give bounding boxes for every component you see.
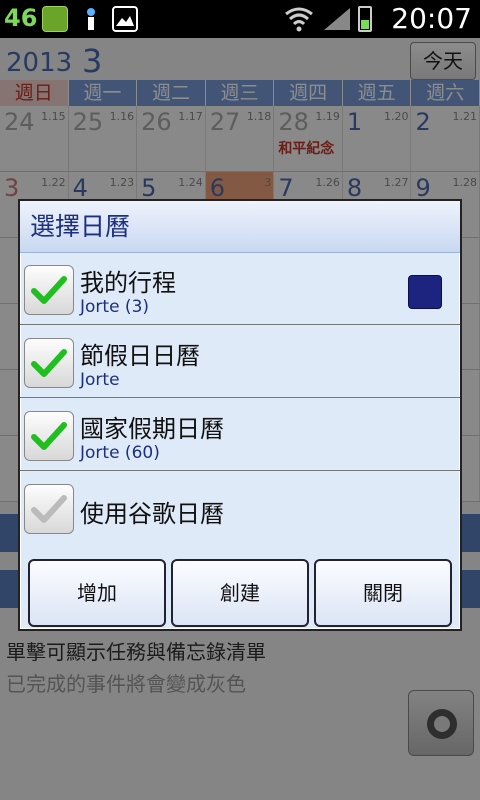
- calendar-source: Jorte: [80, 370, 120, 390]
- wifi-icon: [284, 6, 314, 32]
- calendar-item-holidays[interactable]: 節假日日曆 Jorte: [20, 326, 460, 398]
- sync-icon: [78, 6, 104, 32]
- status-bar: 46 20:07: [0, 0, 480, 38]
- checkmark-icon: [31, 276, 67, 304]
- checkbox[interactable]: [24, 484, 74, 534]
- battery-icon: [358, 6, 372, 32]
- create-button[interactable]: 創建: [171, 559, 309, 627]
- checkmark-icon: [31, 495, 67, 523]
- dialog-buttons: 增加 創建 關閉: [28, 559, 456, 627]
- checkmark-icon: [31, 422, 67, 450]
- checkmark-icon: [31, 349, 67, 377]
- checkbox[interactable]: [24, 265, 74, 315]
- calendar-name: 節假日日曆: [80, 342, 200, 370]
- calendar-source: Jorte (60): [80, 443, 160, 463]
- calendar-name: 我的行程: [80, 269, 176, 297]
- dialog-title: 選擇日曆: [20, 201, 460, 253]
- calendar-item-my-schedule[interactable]: 我的行程 Jorte (3): [20, 253, 460, 325]
- calendar-color-swatch[interactable]: [408, 275, 442, 309]
- add-button[interactable]: 增加: [28, 559, 166, 627]
- signal-icon: [322, 6, 352, 32]
- checkbox[interactable]: [24, 411, 74, 461]
- calendar-item-google[interactable]: 使用谷歌日曆: [20, 472, 460, 544]
- clock: 20:07: [391, 2, 472, 35]
- select-calendar-dialog: 選擇日曆 我的行程 Jorte (3) 節假日日曆 Jorte 國家假期日曆 J…: [18, 199, 462, 631]
- close-button[interactable]: 關閉: [314, 559, 452, 627]
- image-icon: [112, 6, 138, 32]
- calendar-source: Jorte (3): [80, 297, 150, 317]
- calendar-name: 使用谷歌日曆: [80, 500, 224, 528]
- notification-count: 46: [4, 4, 38, 32]
- calendar-name: 國家假期日曆: [80, 415, 224, 443]
- calendar-item-national-holidays[interactable]: 國家假期日曆 Jorte (60): [20, 399, 460, 471]
- checkbox[interactable]: [24, 338, 74, 388]
- app-icon: [42, 6, 68, 32]
